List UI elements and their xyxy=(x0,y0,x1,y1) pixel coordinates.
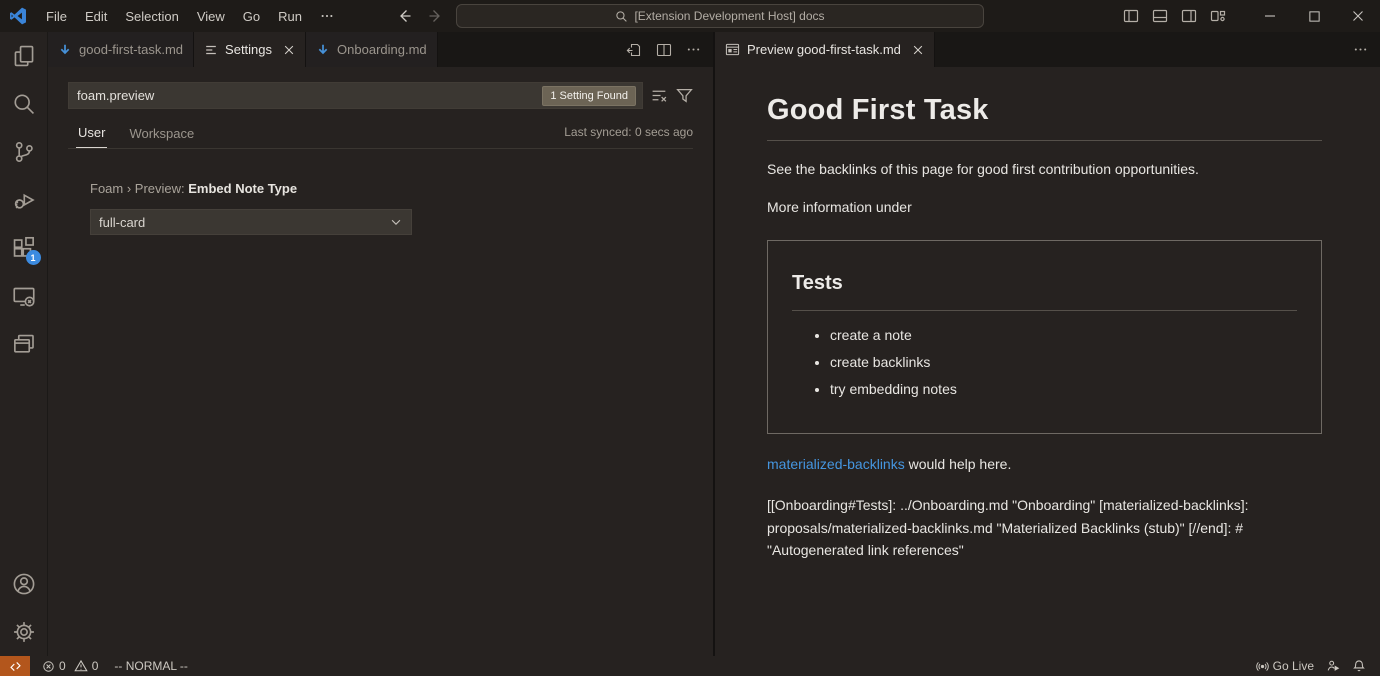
explorer-icon[interactable] xyxy=(0,32,48,80)
embed-bullet-list: create a note create backlinks try embed… xyxy=(830,325,1297,400)
preview-title: Good First Task xyxy=(767,89,1322,141)
close-tab-icon[interactable] xyxy=(283,44,295,56)
scope-tab-workspace[interactable]: Workspace xyxy=(127,122,196,148)
tab-label: good-first-task.md xyxy=(79,42,183,57)
menu-go[interactable]: Go xyxy=(234,5,269,28)
split-editor-icon[interactable] xyxy=(656,42,672,58)
errors-icon xyxy=(42,660,55,673)
right-tabbar: Preview good-first-task.md xyxy=(715,32,1380,67)
source-control-icon[interactable] xyxy=(0,128,48,176)
tab-preview-good-first-task[interactable]: Preview good-first-task.md xyxy=(715,32,935,67)
toggle-panel-icon[interactable] xyxy=(1152,8,1168,24)
setting-category: Foam › Preview: xyxy=(90,181,188,196)
accounts-icon[interactable] xyxy=(0,560,48,608)
setting-label: Foam › Preview: Embed Note Type xyxy=(90,181,693,196)
remote-explorer-icon[interactable] xyxy=(0,272,48,320)
tab-settings[interactable]: Settings xyxy=(194,32,306,67)
preview-paragraph: More information under xyxy=(767,197,1322,217)
link-suffix: would help here. xyxy=(905,456,1012,472)
extensions-badge: 1 xyxy=(26,250,41,265)
live-share-icon[interactable] xyxy=(1320,656,1346,676)
chevron-down-icon xyxy=(389,215,403,229)
tab-label: Onboarding.md xyxy=(337,42,427,57)
search-view-icon[interactable] xyxy=(0,80,48,128)
markdown-preview-icon xyxy=(725,42,740,57)
menu-file[interactable]: File xyxy=(37,5,76,28)
broadcast-icon xyxy=(1256,660,1269,673)
clear-settings-search-icon[interactable] xyxy=(651,87,668,104)
go-live-button[interactable]: Go Live xyxy=(1250,656,1320,676)
settings-search-value: foam.preview xyxy=(77,88,542,103)
extensions-icon[interactable]: 1 xyxy=(0,224,48,272)
warnings-icon xyxy=(74,659,88,673)
titlebar: File Edit Selection View Go Run [Extensi… xyxy=(0,0,1380,32)
tab-onboarding[interactable]: Onboarding.md xyxy=(306,32,438,67)
tab-good-first-task[interactable]: good-first-task.md xyxy=(48,32,194,67)
markdown-file-icon xyxy=(58,43,72,57)
menu-more-icon[interactable] xyxy=(311,5,343,27)
errors-count: 0 xyxy=(59,659,66,673)
menu-edit[interactable]: Edit xyxy=(76,5,116,28)
settings-editor: foam.preview 1 Setting Found User Worksp… xyxy=(48,67,713,656)
materialized-backlinks-link[interactable]: materialized-backlinks xyxy=(767,456,905,472)
more-actions-icon[interactable] xyxy=(1353,42,1368,57)
command-center-search[interactable]: [Extension Development Host] docs xyxy=(456,4,984,28)
status-bar: 0 0 -- NORMAL -- Go Live xyxy=(0,656,1380,676)
embedded-note-card: Tests create a note create backlinks try… xyxy=(767,240,1322,434)
run-debug-icon[interactable] xyxy=(0,176,48,224)
link-references-paragraph: [[Onboarding#Tests]: ../Onboarding.md "O… xyxy=(767,494,1322,562)
menu-run[interactable]: Run xyxy=(269,5,311,28)
link-paragraph: materialized-backlinks would help here. xyxy=(767,454,1322,474)
toggle-secondary-sidebar-icon[interactable] xyxy=(1181,8,1197,24)
settings-count-badge: 1 Setting Found xyxy=(542,86,636,106)
search-icon xyxy=(615,10,628,23)
more-actions-icon[interactable] xyxy=(686,42,701,57)
dropdown-value: full-card xyxy=(99,215,389,230)
open-settings-json-icon[interactable] xyxy=(626,42,642,58)
setting-item: Foam › Preview: Embed Note Type full-car… xyxy=(90,181,693,235)
notifications-bell-icon[interactable] xyxy=(1346,656,1372,676)
maximize-button[interactable] xyxy=(1292,0,1336,32)
markdown-preview: Good First Task See the backlinks of thi… xyxy=(715,67,1380,656)
settings-sliders-icon xyxy=(204,43,218,57)
go-live-label: Go Live xyxy=(1273,659,1314,673)
menu-view[interactable]: View xyxy=(188,5,234,28)
remote-indicator[interactable] xyxy=(0,656,30,676)
back-arrow-icon[interactable] xyxy=(394,6,414,26)
filter-funnel-icon[interactable] xyxy=(676,87,693,104)
warnings-count: 0 xyxy=(92,659,99,673)
toggle-primary-sidebar-icon[interactable] xyxy=(1123,8,1139,24)
settings-search-input[interactable]: foam.preview 1 Setting Found xyxy=(68,82,643,109)
vscode-logo-icon xyxy=(9,7,27,25)
markdown-file-icon xyxy=(316,43,330,57)
bullet-item: try embedding notes xyxy=(830,379,1297,399)
settings-gear-icon[interactable] xyxy=(0,608,48,656)
command-center-label: [Extension Development Host] docs xyxy=(634,9,824,23)
customize-layout-icon[interactable] xyxy=(1210,8,1226,24)
bullet-item: create backlinks xyxy=(830,352,1297,372)
windows-panel-icon[interactable] xyxy=(0,320,48,368)
tab-label: Settings xyxy=(225,42,272,57)
problems-status[interactable]: 0 0 xyxy=(36,656,104,676)
embed-note-type-select[interactable]: full-card xyxy=(90,209,412,235)
activity-bar: 1 xyxy=(0,32,48,656)
setting-name: Embed Note Type xyxy=(188,181,297,196)
minimize-button[interactable] xyxy=(1248,0,1292,32)
vim-mode-status[interactable]: -- NORMAL -- xyxy=(104,659,198,673)
menu-selection[interactable]: Selection xyxy=(116,5,187,28)
left-tabbar: good-first-task.md Settings Onboarding.m… xyxy=(48,32,713,67)
tab-label: Preview good-first-task.md xyxy=(747,42,901,57)
close-window-button[interactable] xyxy=(1336,0,1380,32)
scope-tab-user[interactable]: User xyxy=(76,121,107,148)
forward-arrow-icon[interactable] xyxy=(426,6,446,26)
close-tab-icon[interactable] xyxy=(912,44,924,56)
embed-title: Tests xyxy=(792,269,1297,311)
bullet-item: create a note xyxy=(830,325,1297,345)
preview-paragraph: See the backlinks of this page for good … xyxy=(767,159,1322,179)
last-synced-label: Last synced: 0 secs ago xyxy=(564,125,693,145)
